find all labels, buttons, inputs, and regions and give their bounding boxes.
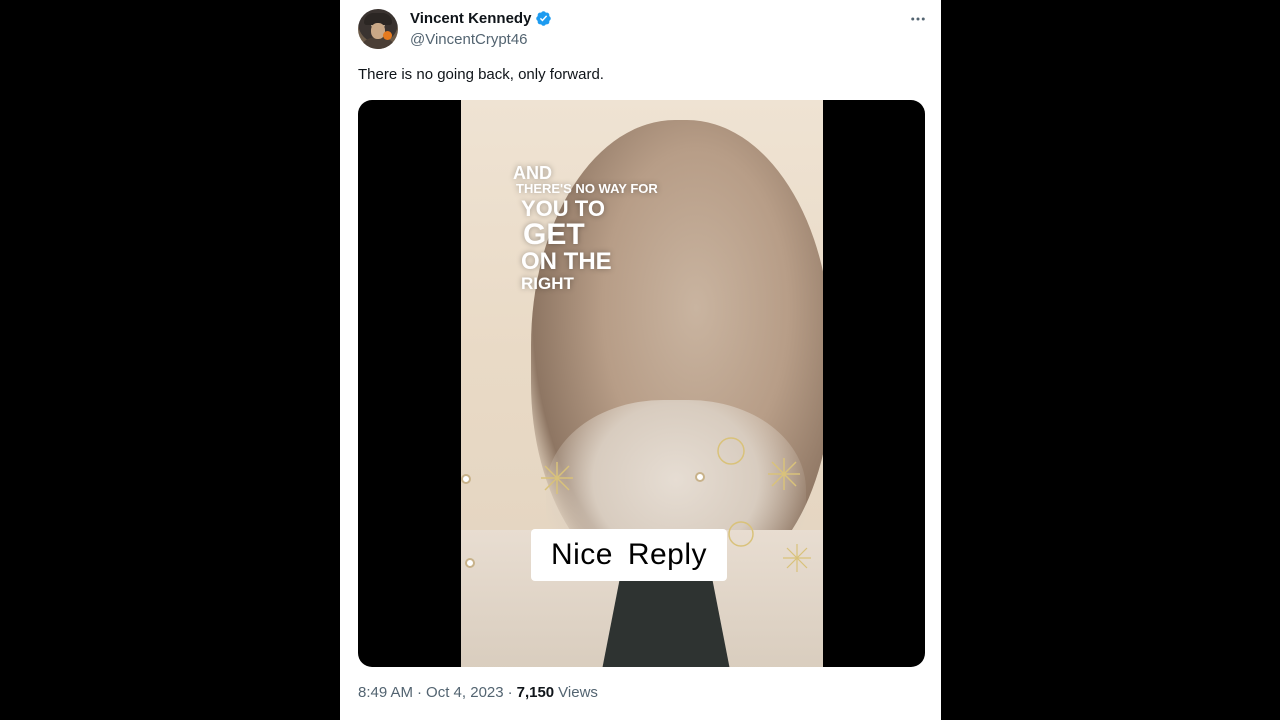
balloon-icon [728,521,754,547]
overlay-caption-line: GET [523,218,585,251]
author-handle[interactable]: @VincentCrypt46 [410,31,528,48]
sparkle-dot [465,558,475,568]
sparkle-dot [695,472,705,482]
sparkle-icon [768,458,800,490]
sparkle-dot [461,474,471,484]
views-label: Views [558,684,598,701]
overlay-caption-line: ON THE [521,248,612,275]
sparkle-icon [783,544,811,572]
more-horizontal-icon[interactable] [907,8,929,30]
author-avatar[interactable] [358,9,398,49]
author-name[interactable]: Vincent Kennedy [410,10,531,27]
verified-badge-icon [536,11,552,26]
overlay-caption-line: AND [513,163,552,183]
meta-separator: · [507,684,513,701]
overlay-caption-line: YOU TO [521,196,605,221]
sparkle-icon [541,462,573,494]
tweet-time[interactable]: 8:49 AM [358,684,413,701]
nice-reply-badge: Nice Reply [531,529,727,581]
tweet-date[interactable]: Oct 4, 2023 [426,684,504,701]
tweet-metadata: 8:49 AM · Oct 4, 2023 · 7,150 Views [358,684,598,701]
video-frame: AND THERE'S NO WAY FOR YOU TO GET ON THE… [461,100,823,667]
tweet-card: Vincent Kennedy @VincentCrypt46 There is… [340,0,941,720]
author-name-row: Vincent Kennedy [410,10,552,27]
overlay-caption-line: RIGHT [521,274,574,293]
meta-separator: · [417,684,423,701]
tweet-text: There is no going back, only forward. [358,66,604,83]
overlay-caption-line: THERE'S NO WAY FOR [516,181,658,196]
balloon-icon [717,437,745,465]
tweet-video[interactable]: AND THERE'S NO WAY FOR YOU TO GET ON THE… [358,100,925,667]
views-count[interactable]: 7,150 [517,684,555,701]
